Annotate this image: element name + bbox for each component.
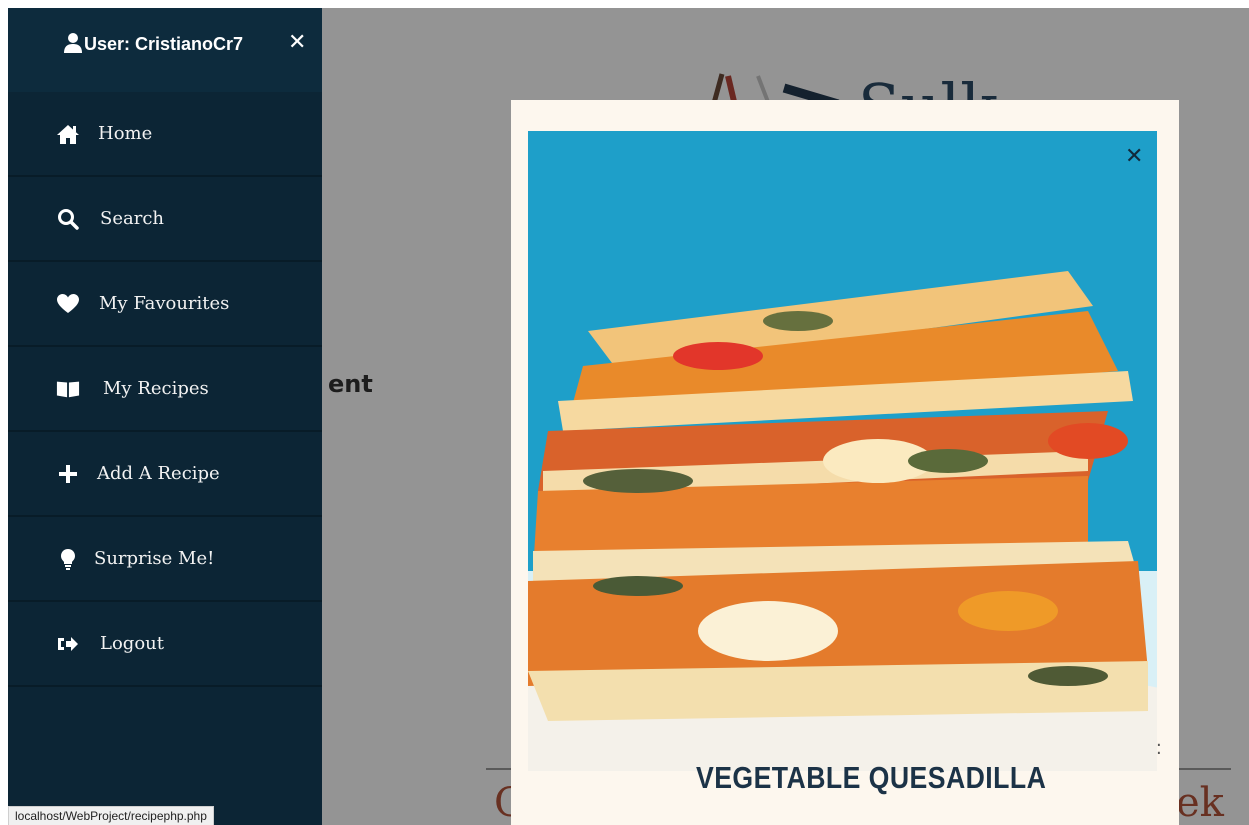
- recipe-title: VEGETABLE QUESADILLA: [696, 760, 1047, 795]
- sidebar-item-label: Search: [100, 208, 164, 229]
- side-navigation: User: CristianoCr7 ✕ Home Search My Favo…: [8, 8, 322, 825]
- sidebar-item-label: Home: [98, 123, 153, 144]
- home-icon: [56, 122, 80, 146]
- sidebar-item-surprise-me[interactable]: Surprise Me!: [8, 517, 322, 602]
- sidebar-item-label: Add A Recipe: [97, 463, 220, 484]
- sidebar-item-label: Logout: [100, 633, 164, 654]
- sidebar-menu: Home Search My Favourites My Recipes Add…: [8, 92, 322, 687]
- plus-icon: [56, 462, 80, 486]
- browser-viewport: Sulk ent C ek User: CristianoCr7 ✕: [0, 0, 1249, 825]
- logout-icon: [56, 632, 80, 656]
- sidebar-item-home[interactable]: Home: [8, 92, 322, 177]
- book-icon: [56, 377, 80, 401]
- sidebar-item-label: My Recipes: [103, 378, 209, 399]
- lightbulb-icon: [56, 547, 80, 571]
- recipe-modal: ✕: [511, 100, 1179, 825]
- sidebar-item-search[interactable]: Search: [8, 177, 322, 262]
- more-options-icon[interactable]: · ·: [1156, 737, 1162, 763]
- sidebar-item-logout[interactable]: Logout: [8, 602, 322, 687]
- user-label: User: CristianoCr7: [84, 34, 244, 54]
- sidebar-item-label: My Favourites: [99, 293, 230, 314]
- user-icon: [63, 32, 83, 54]
- sidebar-item-add-a-recipe[interactable]: Add A Recipe: [8, 432, 322, 517]
- sidebar-item-label: Surprise Me!: [94, 548, 215, 569]
- sidebar-item-my-recipes[interactable]: My Recipes: [8, 347, 322, 432]
- heart-icon: [56, 292, 80, 316]
- sidebar-header: User: CristianoCr7 ✕: [8, 8, 322, 92]
- modal-close-icon[interactable]: ✕: [1125, 144, 1143, 169]
- left-edge: [0, 0, 8, 825]
- search-icon: [56, 207, 80, 231]
- quesadilla-image: [528, 131, 1157, 771]
- top-edge: [0, 0, 1249, 8]
- sidebar-close-icon[interactable]: ✕: [288, 30, 306, 55]
- recipe-photo: [528, 131, 1157, 771]
- sidebar-item-my-favourites[interactable]: My Favourites: [8, 262, 322, 347]
- browser-status-bar: localhost/WebProject/recipephp.php: [8, 806, 214, 825]
